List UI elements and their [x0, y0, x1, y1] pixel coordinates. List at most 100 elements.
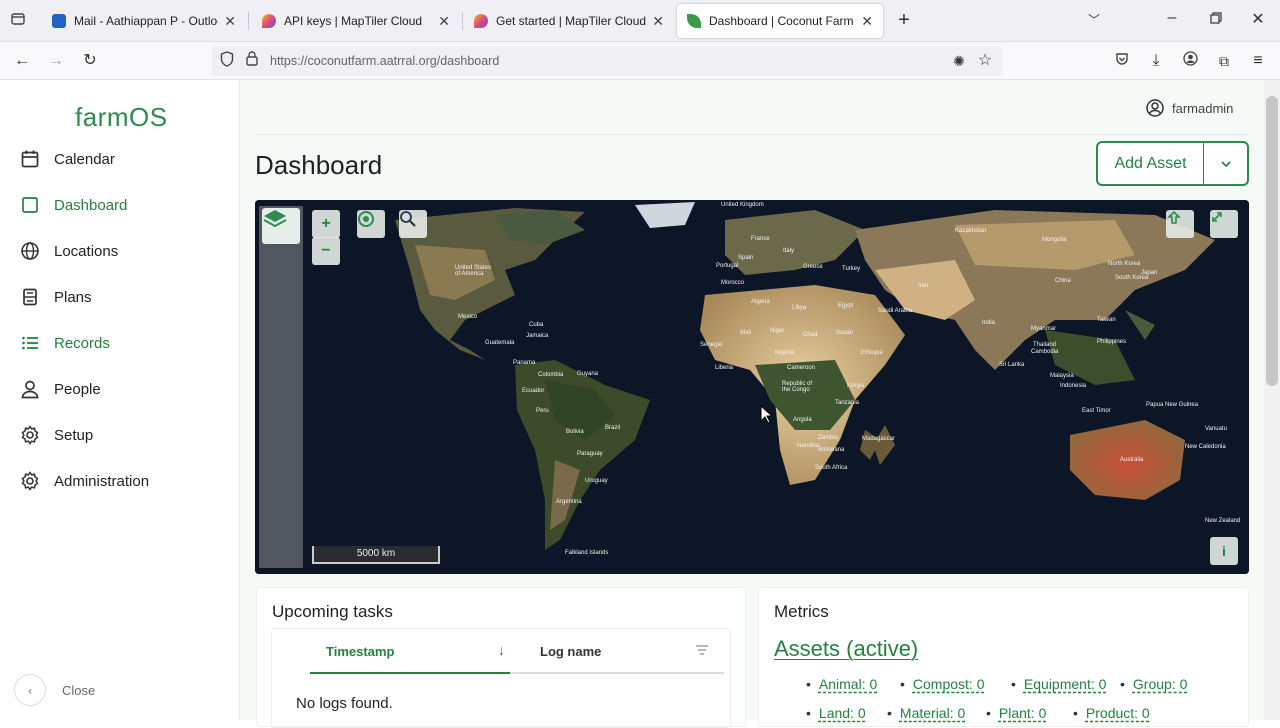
attribution-button[interactable]: i — [1210, 537, 1238, 565]
person-icon — [18, 377, 42, 401]
sidebar-item-plans[interactable]: Plans — [18, 285, 92, 309]
metric-equipment[interactable]: • Equipment: 0 — [1011, 676, 1106, 692]
map-label: Guatemala — [485, 340, 515, 346]
add-asset-button[interactable]: Add Asset — [1096, 141, 1249, 186]
sidebar-item-label: Calendar — [54, 150, 115, 168]
map-label: Morocco — [721, 280, 745, 286]
map-label: Republic of the Congo — [782, 381, 813, 393]
farm-map[interactable]: + − i 5000 km United States of America M… — [255, 200, 1249, 574]
zoom-out-button[interactable]: − — [312, 237, 340, 265]
metric-material[interactable]: • Material: 0 — [887, 705, 965, 721]
sidebar-item-locations[interactable]: Locations — [18, 239, 118, 263]
account-icon[interactable] — [1180, 51, 1200, 72]
scrollbar-thumb[interactable] — [1266, 96, 1278, 386]
lock-icon[interactable] — [244, 51, 260, 72]
close-tab-icon[interactable]: ✕ — [861, 13, 873, 30]
square-icon — [18, 193, 42, 217]
user-icon — [1146, 99, 1164, 117]
sidebar-item-label: Administration — [54, 472, 150, 490]
filter-icon[interactable] — [696, 642, 708, 660]
add-asset-label[interactable]: Add Asset — [1098, 155, 1203, 173]
tab-api-keys[interactable]: API keys | MapTiler Cloud ✕ — [252, 4, 460, 38]
address-bar[interactable]: https://coconutfarm.aatrral.org/dashboar… — [212, 46, 1002, 76]
close-tab-icon[interactable]: ✕ — [224, 13, 236, 30]
export-button[interactable] — [1166, 210, 1194, 238]
gear-icon — [18, 469, 42, 493]
metric-compost[interactable]: • Compost: 0 — [900, 676, 985, 692]
tab-overview-icon[interactable] — [8, 11, 28, 33]
brand-logo[interactable]: farmOS — [75, 102, 168, 133]
close-window-icon[interactable]: ✕ — [1248, 10, 1268, 30]
map-label: Thailand — [1033, 342, 1057, 348]
sidebar-item-label: Plans — [54, 288, 92, 306]
user-menu[interactable]: farmadmin — [1146, 99, 1233, 117]
sidebar-item-label: Dashboard — [54, 196, 128, 214]
metric-group[interactable]: • Group: 0 — [1120, 676, 1187, 692]
close-label: Close — [62, 682, 96, 698]
map-label: Taiwan — [1097, 317, 1116, 323]
metric-product[interactable]: • Product: 0 — [1073, 705, 1150, 721]
map-label: North Korea — [1108, 261, 1141, 267]
sidebar-item-dashboard[interactable]: Dashboard — [18, 193, 127, 217]
zoom-in-button[interactable]: + — [312, 210, 340, 238]
map-label: Cameroon — [787, 365, 816, 371]
metric-plant[interactable]: • Plant: 0 — [986, 705, 1046, 721]
leaf-icon — [687, 14, 701, 28]
sort-arrow-icon[interactable]: ↓ — [498, 642, 505, 658]
assets-active-link[interactable]: Assets (active) — [774, 636, 918, 662]
list-tabs-icon[interactable]: ﹀ — [1084, 10, 1104, 30]
browser-tab-bar: Mail - Aathiappan P - Outlook ✕ API keys… — [0, 0, 1280, 42]
map-label: France — [751, 236, 770, 242]
pocket-icon[interactable] — [1112, 51, 1132, 71]
minimize-icon[interactable]: – — [1162, 8, 1182, 28]
map-label: Cuba — [529, 322, 544, 328]
map-label: Italy — [783, 248, 795, 254]
tab-get-started[interactable]: Get started | MapTiler Cloud ✕ — [464, 4, 674, 38]
tab-title: Mail - Aathiappan P - Outlook — [74, 14, 219, 28]
tab-outlook[interactable]: Mail - Aathiappan P - Outlook ✕ — [42, 4, 246, 38]
star-icon[interactable]: ☆ — [976, 51, 994, 71]
menu-icon[interactable]: ≡ — [1248, 51, 1268, 71]
sidebar-item-administration[interactable]: Administration — [18, 469, 149, 493]
download-icon[interactable]: ⤓ — [1146, 51, 1166, 71]
url-text[interactable]: https://coconutfarm.aatrral.org/dashboar… — [270, 54, 499, 68]
back-icon[interactable]: ← — [12, 51, 32, 71]
sidebar-item-calendar[interactable]: Calendar — [18, 147, 115, 171]
column-header-log-name[interactable]: Log name — [540, 644, 601, 659]
column-header-timestamp[interactable]: Timestamp — [326, 644, 394, 659]
card-title: Upcoming tasks — [272, 602, 393, 621]
map-label: India — [982, 320, 996, 326]
tab-dashboard[interactable]: Dashboard | Coconut Farm ✕ — [677, 4, 883, 38]
map-label: China — [1055, 278, 1071, 284]
map-label: Japan — [1141, 270, 1158, 276]
outlook-icon — [52, 14, 66, 28]
sidebar-item-records[interactable]: Records — [18, 331, 110, 355]
sidebar-item-people[interactable]: People — [18, 377, 101, 401]
page-title: Dashboard — [255, 150, 383, 180]
username: farmadmin — [1172, 100, 1234, 116]
tab-title: Get started | MapTiler Cloud — [496, 14, 647, 28]
new-tab-icon[interactable]: + — [894, 10, 914, 30]
close-tab-icon[interactable]: ✕ — [652, 13, 664, 30]
close-sidebar-button[interactable]: ‹ Close — [14, 674, 95, 706]
search-map-button[interactable] — [399, 210, 427, 238]
metric-land[interactable]: • Land: 0 — [806, 705, 866, 721]
fullscreen-button[interactable] — [1210, 210, 1238, 238]
bug-icon[interactable]: ✺ — [950, 51, 968, 71]
forward-icon[interactable]: → — [46, 51, 66, 71]
scale-bar: 5000 km — [312, 546, 440, 564]
map-label: Madagascar — [862, 436, 896, 442]
mouse-cursor-icon — [760, 405, 774, 424]
close-tab-icon[interactable]: ✕ — [438, 13, 450, 30]
layers-icon — [263, 210, 287, 228]
metric-animal[interactable]: • Animal: 0 — [806, 676, 877, 692]
sidebar-item-setup[interactable]: Setup — [18, 423, 93, 447]
layers-button[interactable] — [262, 208, 300, 244]
map-label: Chad — [803, 332, 818, 338]
chevron-down-icon[interactable] — [1204, 157, 1247, 171]
geolocate-button[interactable] — [357, 210, 385, 238]
reload-icon[interactable]: ↻ — [80, 51, 100, 71]
maximize-icon[interactable] — [1206, 10, 1226, 30]
shield-icon[interactable] — [218, 51, 236, 73]
extensions-icon[interactable]: ⧉ — [1214, 51, 1234, 71]
